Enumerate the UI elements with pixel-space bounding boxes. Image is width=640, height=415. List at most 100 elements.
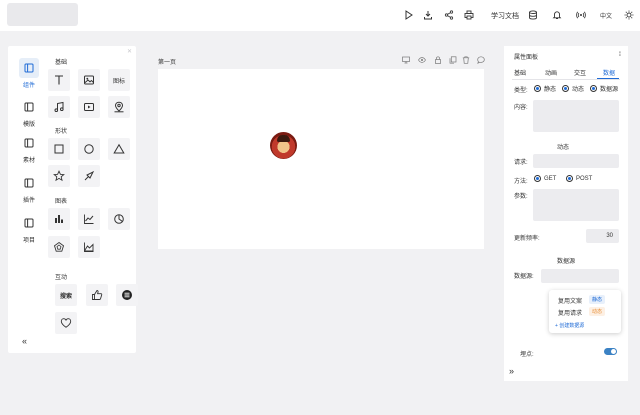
circle-tool[interactable] xyxy=(78,138,100,160)
download-icon[interactable] xyxy=(422,9,434,21)
pie-chart-tool[interactable] xyxy=(108,208,130,230)
sun-icon[interactable] xyxy=(623,9,635,21)
bar-chart-tool[interactable] xyxy=(48,208,70,230)
bar-chart-icon xyxy=(55,215,63,223)
datasource-select[interactable] xyxy=(541,269,619,283)
heart-icon xyxy=(60,318,72,328)
video-tool[interactable] xyxy=(78,96,100,118)
triangle-tool[interactable] xyxy=(108,138,130,160)
datasource-option-request[interactable]: 复用请求 xyxy=(558,308,582,317)
language-switch[interactable]: 中文 xyxy=(600,11,612,20)
tab-interaction[interactable]: 交互 xyxy=(574,68,586,77)
refresh-interval-input[interactable]: 30 xyxy=(586,229,619,243)
music-icon xyxy=(54,101,64,112)
favorite-tool[interactable] xyxy=(55,312,77,334)
icon-tool[interactable]: 图标 xyxy=(108,69,130,91)
content-input[interactable] xyxy=(533,100,619,132)
sidenav-item-materials[interactable]: 素材 xyxy=(16,133,42,164)
print-icon[interactable] xyxy=(463,9,475,21)
star-tool[interactable] xyxy=(48,165,70,187)
top-bar: 学习文档 中文 xyxy=(0,0,640,31)
layout-icon xyxy=(19,133,39,153)
eye-icon[interactable] xyxy=(418,56,428,66)
datasource-label: 数据源: xyxy=(514,274,534,280)
method-radio-get[interactable]: GET xyxy=(534,175,556,182)
expand-panel-button[interactable]: » xyxy=(509,366,514,376)
radio-dot xyxy=(562,85,569,92)
comment-icon[interactable] xyxy=(477,56,487,66)
copy-icon[interactable] xyxy=(449,56,459,66)
type-radio-datasource[interactable]: 数据源 xyxy=(590,84,618,93)
area-chart-tool[interactable] xyxy=(78,236,100,258)
radio-dot xyxy=(534,85,541,92)
page-title: 第一页 xyxy=(158,60,177,66)
database-icon[interactable] xyxy=(527,9,539,21)
panel-title: 属性面板 xyxy=(514,55,539,61)
text-icon xyxy=(55,75,63,85)
layout-icon xyxy=(19,97,39,117)
share-icon[interactable] xyxy=(443,9,455,21)
avatar-image[interactable] xyxy=(270,132,297,159)
icon-tool-label: 图标 xyxy=(112,78,125,85)
page-toolbar-pill[interactable] xyxy=(381,57,393,64)
lock-icon[interactable] xyxy=(434,56,444,66)
radio-label: 动态 xyxy=(572,87,585,93)
create-datasource-link[interactable]: + 创建数据源 xyxy=(555,322,584,329)
arrow-tool[interactable] xyxy=(78,165,100,187)
type-label: 类型: xyxy=(514,88,528,94)
content-label: 内容: xyxy=(514,105,528,111)
type-radio-static[interactable]: 静态 xyxy=(534,84,556,93)
sidenav-label: 组件 xyxy=(22,83,35,89)
collapse-panel-button[interactable]: « xyxy=(22,336,27,346)
area-chart-icon xyxy=(84,242,94,252)
sidenav-item-projects[interactable]: 项目 xyxy=(16,213,42,244)
sidenav-item-templates[interactable]: 模版 xyxy=(16,97,42,128)
tab-basic[interactable]: 基础 xyxy=(514,68,526,77)
datasource-dropdown: 复用文案 静态 复用请求 动态 + 创建数据源 xyxy=(549,290,621,333)
bell-icon[interactable] xyxy=(551,9,563,21)
docs-link[interactable]: 学习文档 xyxy=(491,11,519,21)
like-tool[interactable] xyxy=(86,284,108,306)
status-badge: 动态 xyxy=(589,307,606,316)
search-tool[interactable]: 搜索 xyxy=(55,284,77,306)
preview-icon[interactable] xyxy=(402,56,412,66)
play-icon[interactable] xyxy=(403,9,415,21)
design-canvas[interactable] xyxy=(158,69,484,249)
radar-chart-tool[interactable] xyxy=(48,236,70,258)
sidenav-label: 素材 xyxy=(22,158,35,164)
status-badge: 静态 xyxy=(589,295,606,304)
request-label: 请求: xyxy=(514,160,528,166)
params-input[interactable] xyxy=(533,189,619,221)
tracking-toggle[interactable] xyxy=(604,348,617,355)
radio-label: POST xyxy=(576,175,593,182)
datasource-option-copy[interactable]: 复用文案 xyxy=(558,296,582,305)
circle-icon xyxy=(84,144,94,154)
active-tab-indicator xyxy=(597,78,619,79)
layout-icon xyxy=(19,173,39,193)
broadcast-icon[interactable] xyxy=(575,9,587,21)
rectangle-tool[interactable] xyxy=(48,138,70,160)
section-title-charts: 图表 xyxy=(55,199,68,205)
line-chart-tool[interactable] xyxy=(78,208,100,230)
map-tool[interactable] xyxy=(108,96,130,118)
method-radio-post[interactable]: POST xyxy=(566,175,592,182)
section-title-interaction: 互动 xyxy=(55,275,68,281)
delete-icon[interactable] xyxy=(462,56,472,66)
datasource-section-title: 数据源 xyxy=(557,259,576,265)
pie-chart-icon xyxy=(114,214,124,224)
text-tool[interactable] xyxy=(48,69,70,91)
sidenav-item-components[interactable]: 组件 xyxy=(16,58,42,89)
drag-handle-icon[interactable]: ⁞⁞ xyxy=(619,52,622,58)
sidenav-item-plugins[interactable]: 插件 xyxy=(16,173,42,204)
audio-tool[interactable] xyxy=(48,96,70,118)
radio-dot xyxy=(534,175,541,182)
type-radio-dynamic[interactable]: 动态 xyxy=(562,84,584,93)
menu-circle-icon xyxy=(122,290,132,300)
image-tool[interactable] xyxy=(78,69,100,91)
radio-label: GET xyxy=(544,175,557,182)
close-icon[interactable]: ✕ xyxy=(127,48,132,55)
request-input[interactable] xyxy=(533,154,619,168)
tab-data[interactable]: 数据 xyxy=(603,68,615,77)
button-tool[interactable] xyxy=(116,284,138,306)
tab-animation[interactable]: 动画 xyxy=(545,68,557,77)
